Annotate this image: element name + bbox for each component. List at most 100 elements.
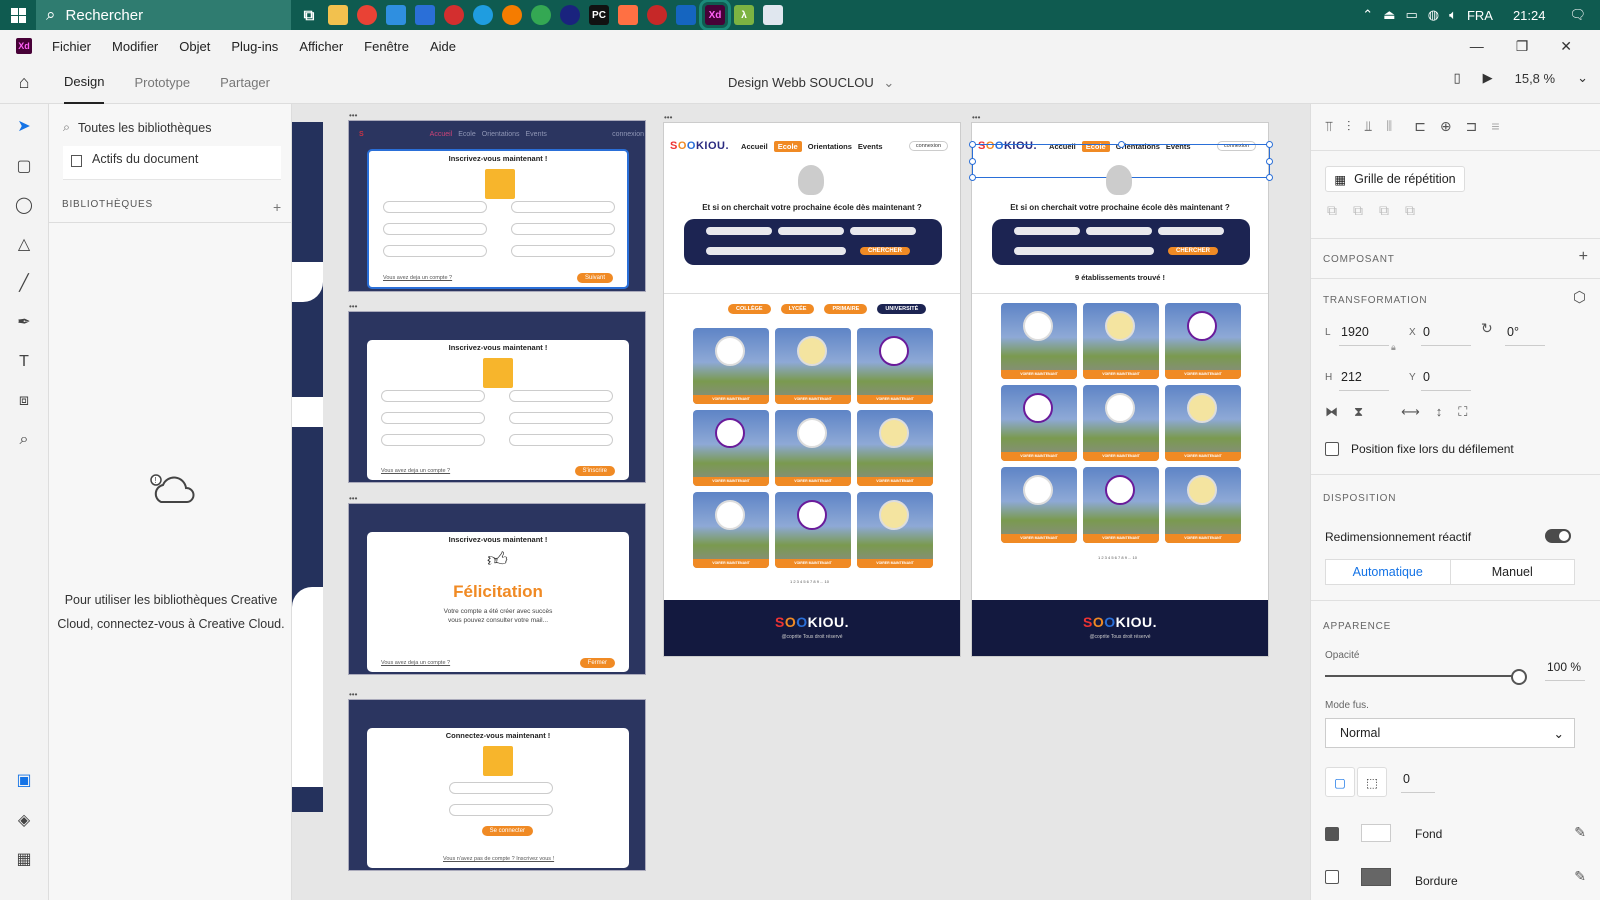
- app-red-icon[interactable]: [647, 5, 667, 25]
- usb-icon[interactable]: ⏏: [1383, 7, 1395, 23]
- fixed-position-checkbox[interactable]: [1325, 442, 1339, 456]
- corner-radius-each-icon[interactable]: ⬚: [1357, 767, 1387, 797]
- file-explorer-icon[interactable]: [328, 5, 348, 25]
- store-icon[interactable]: [386, 5, 406, 25]
- app-green-icon[interactable]: λ: [734, 5, 754, 25]
- document-assets-item[interactable]: Actifs du document: [63, 146, 281, 180]
- artboard-login[interactable]: ••• Connectez-vous maintenant ! Se conne…: [348, 690, 646, 871]
- distribute-v-icon[interactable]: ⫴: [1386, 118, 1392, 135]
- windows-start-button[interactable]: [0, 0, 36, 30]
- polygon-tool-icon[interactable]: △: [14, 234, 34, 254]
- battery-icon[interactable]: ▭: [1405, 7, 1417, 23]
- exclude-shape-icon[interactable]: ⧉: [1405, 202, 1415, 219]
- opera-icon[interactable]: [444, 5, 464, 25]
- align-bottom-icon[interactable]: ⫫: [1364, 118, 1372, 135]
- maximize-icon[interactable]: ❐: [1516, 38, 1529, 55]
- fill-checkbox[interactable]: [1325, 827, 1339, 841]
- clock[interactable]: 21:24: [1513, 8, 1546, 23]
- blend-mode-select[interactable]: Normal ⌄: [1325, 718, 1575, 748]
- align-right-icon[interactable]: ⊐: [1466, 118, 1478, 135]
- edge-icon[interactable]: [473, 5, 493, 25]
- artboard-signup-success[interactable]: ••• Inscrivez-vous maintenant ! 👍︎ Félic…: [348, 494, 646, 675]
- artboard-handle[interactable]: •••: [664, 113, 672, 122]
- zoom-level[interactable]: 15,8 %: [1515, 71, 1555, 86]
- artboard-signup-step2[interactable]: ••• Inscrivez-vous maintenant ! Vous ave…: [348, 302, 646, 483]
- resize-handle[interactable]: [969, 141, 976, 148]
- app-icon[interactable]: [560, 5, 580, 25]
- resize-handle[interactable]: [969, 174, 976, 181]
- home-icon[interactable]: ⌂: [0, 72, 48, 93]
- network-icon[interactable]: ◍: [1428, 7, 1439, 23]
- eyedropper-icon[interactable]: ✎: [1574, 868, 1586, 885]
- menu-fichier[interactable]: Fichier: [52, 39, 91, 54]
- mail-icon[interactable]: [415, 5, 435, 25]
- document-title[interactable]: Design Webb SOUCLOU ⌄: [728, 75, 894, 91]
- resize-handle[interactable]: [1266, 141, 1273, 148]
- select-tool-icon[interactable]: ➤: [14, 116, 34, 136]
- menu-fenetre[interactable]: Fenêtre: [364, 39, 409, 54]
- flip-horizontal-icon[interactable]: ⧓: [1325, 404, 1338, 420]
- zoom-chevron-icon[interactable]: ⌄: [1577, 70, 1588, 86]
- adobe-xd-icon[interactable]: Xd: [699, 0, 731, 31]
- pycharm-icon[interactable]: PC: [589, 5, 609, 25]
- chrome-icon[interactable]: [357, 5, 377, 25]
- text-tool-icon[interactable]: T: [14, 352, 34, 372]
- libraries-search[interactable]: ⌕ Toutes les bibliothèques: [63, 120, 211, 135]
- rectangle-tool-icon[interactable]: ▢: [14, 156, 34, 176]
- design-canvas[interactable]: ••• S Accueil Ecole Orientations Events …: [292, 104, 1310, 900]
- resize-handle[interactable]: [1266, 174, 1273, 181]
- libraries-icon[interactable]: ▣: [14, 770, 34, 790]
- artboard-signup-step1[interactable]: ••• S Accueil Ecole Orientations Events …: [348, 111, 646, 292]
- menu-objet[interactable]: Objet: [179, 39, 210, 54]
- taskbar-search[interactable]: ⌕ Rechercher: [36, 0, 291, 30]
- tab-partager[interactable]: Partager: [220, 62, 270, 104]
- resize-auto-option[interactable]: Automatique: [1326, 560, 1450, 584]
- eyedropper-icon[interactable]: ✎: [1574, 824, 1586, 841]
- plugins-icon[interactable]: ▦: [14, 849, 34, 869]
- task-view-icon[interactable]: ⧉: [299, 5, 319, 25]
- pen-tool-icon[interactable]: ✒: [14, 312, 34, 332]
- opacity-value[interactable]: 100 %: [1547, 660, 1581, 674]
- menu-plugins[interactable]: Plug-ins: [231, 39, 278, 54]
- layers-icon[interactable]: ◈: [14, 810, 34, 830]
- app-orange-icon[interactable]: [618, 5, 638, 25]
- artboard-handle[interactable]: •••: [972, 113, 980, 122]
- corner-radius-value[interactable]: 0: [1403, 772, 1410, 786]
- align-top-icon[interactable]: ⫪: [1325, 118, 1333, 135]
- minimize-icon[interactable]: —: [1470, 38, 1484, 55]
- border-checkbox[interactable]: [1325, 870, 1339, 884]
- resize-handle[interactable]: [969, 158, 976, 165]
- fill-swatch[interactable]: [1361, 824, 1391, 842]
- responsive-resize-toggle[interactable]: [1545, 529, 1571, 543]
- ellipse-tool-icon[interactable]: ◯: [14, 195, 34, 215]
- 3d-transform-icon[interactable]: ⬡: [1573, 288, 1586, 306]
- notepad-icon[interactable]: [763, 5, 783, 25]
- resize-manual-option[interactable]: Manuel: [1449, 560, 1575, 584]
- zoom-tool-icon[interactable]: ⌕: [14, 430, 34, 450]
- add-library-icon[interactable]: +: [273, 199, 282, 215]
- app-blue-icon[interactable]: [676, 5, 696, 25]
- fit-width-icon[interactable]: ⟷: [1401, 404, 1420, 420]
- repeat-grid-button[interactable]: ▦ Grille de répétition: [1325, 166, 1465, 192]
- lock-aspect-icon[interactable]: 🔒︎: [1391, 342, 1396, 353]
- resize-handle[interactable]: [1266, 158, 1273, 165]
- artboard-school-page[interactable]: ••• SOOKIOU. Accueil Ecole Orientations …: [663, 113, 961, 657]
- artboard-handle[interactable]: •••: [349, 494, 357, 503]
- add-shape-icon[interactable]: ⧉: [1327, 202, 1337, 219]
- width-value[interactable]: 1920: [1341, 325, 1369, 339]
- menu-afficher[interactable]: Afficher: [299, 39, 343, 54]
- artboard-handle[interactable]: •••: [349, 111, 357, 120]
- tab-design[interactable]: Design: [64, 62, 105, 104]
- play-icon[interactable]: ▶: [1483, 70, 1493, 86]
- device-preview-icon[interactable]: ▯: [1453, 70, 1460, 86]
- y-value[interactable]: 0: [1423, 370, 1430, 384]
- artboard-handle[interactable]: •••: [349, 302, 357, 311]
- subtract-shape-icon[interactable]: ⧉: [1353, 202, 1363, 219]
- fit-height-icon[interactable]: ↕: [1436, 404, 1443, 420]
- fit-content-icon[interactable]: ⛶: [1458, 404, 1467, 420]
- artboard-tool-icon[interactable]: ⧈: [14, 391, 34, 411]
- corner-radius-all-icon[interactable]: ▢: [1325, 767, 1355, 797]
- x-value[interactable]: 0: [1423, 325, 1430, 339]
- add-component-icon[interactable]: +: [1579, 248, 1588, 266]
- border-swatch[interactable]: [1361, 868, 1391, 886]
